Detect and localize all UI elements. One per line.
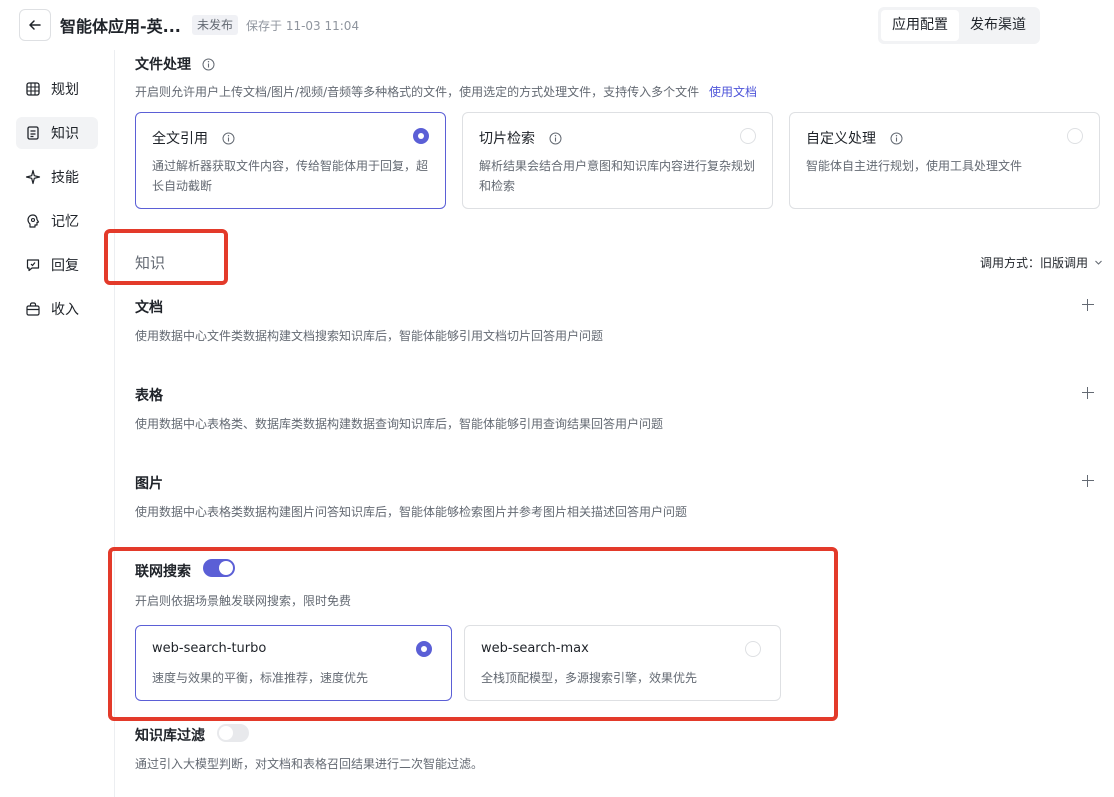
document-icon [27,126,39,140]
radio-selected[interactable] [413,128,429,144]
web-search-toggle[interactable] [203,559,235,577]
add-docs-plus-icon[interactable] [1081,298,1095,312]
annotation-box [104,229,228,285]
option-web-search-turbo[interactable]: web-search-turbo 速度与效果的平衡，标准推荐，速度优先 [135,625,452,701]
sidebar-item-label: 回复 [51,258,79,274]
sidebar-item-knowledge[interactable]: 知识 [16,117,98,149]
option-desc: 解析结果会结合用户意图和知识库内容进行复杂规划和检索 [479,159,756,193]
sidebar-item-reply[interactable]: 回复 [16,249,98,281]
tables-desc: 使用数据中心表格类、数据库类数据构建数据查询知识库后，智能体能够引用查询结果回答… [135,417,664,431]
tab-app-config[interactable]: 应用配置 [881,10,959,41]
option-title: 自定义处理 [806,128,903,148]
top-header: 智能体应用-英... 未发布 保存于 11-03 11:04 应用配置 发布渠道 [0,0,1114,50]
sidebar-item-income[interactable]: 收入 [16,293,98,325]
option-desc: 全栈顶配模型，多源搜索引擎，效果优先 [481,671,698,685]
toggle-knob [219,726,233,740]
kb-filter-title: 知识库过滤 [135,728,205,744]
sidebar-item-label: 知识 [51,126,79,142]
bag-icon [26,302,40,316]
web-search-desc: 开启则依据场景触发联网搜索，限时免费 [135,594,352,608]
kb-filter-toggle[interactable] [217,724,249,742]
header-tabs: 应用配置 发布渠道 [878,7,1040,44]
option-title: web-search-max [481,641,589,656]
radio-unselected[interactable] [740,128,756,144]
tables-title: 表格 [135,388,163,404]
add-tables-plus-icon[interactable] [1081,386,1095,400]
option-web-search-max[interactable]: web-search-max 全栈顶配模型，多源搜索引擎，效果优先 [464,625,781,701]
back-button[interactable] [19,9,51,41]
knowledge-heading: 知识 [135,254,166,272]
info-icon[interactable] [890,132,903,145]
toggle-knob [219,561,233,575]
chat-icon [26,259,40,272]
docs-title: 文档 [135,300,163,316]
sparkle-icon [25,169,41,185]
app-title: 智能体应用-英... [60,17,181,36]
option-slice-retrieval[interactable]: 切片检索 解析结果会结合用户意图和知识库内容进行复杂规划和检索 [462,112,773,209]
kb-filter-desc: 通过引入大模型判断，对文档和表格召回结果进行二次智能过滤。 [135,757,484,771]
tab-publish-channel[interactable]: 发布渠道 [959,10,1037,41]
brain-icon [27,214,40,228]
main-panel: 文件处理 开启则允许用户上传文档/图片/视频/音频等多种格式的文件，使用选定的方… [104,50,1114,797]
option-title-text: 切片检索 [479,131,535,147]
images-title: 图片 [135,476,163,492]
file-processing-desc-text: 开启则允许用户上传文档/图片/视频/音频等多种格式的文件，使用选定的方式处理文件… [135,85,700,99]
option-desc: 通过解析器获取文件内容，传给智能体用于回复，超长自动截断 [152,159,429,193]
images-desc: 使用数据中心表格类数据构建图片问答知识库后，智能体能够检索图片并参考图片相关描述… [135,505,688,519]
chevron-down-icon [1094,260,1102,265]
file-processing-title-text: 文件处理 [135,57,191,73]
info-icon[interactable] [549,132,562,145]
call-mode-label: 调用方式：旧版调用 [980,256,1089,270]
status-badge: 未发布 [192,15,239,35]
sidebar-item-label: 规划 [51,82,79,98]
option-title: web-search-turbo [152,641,267,656]
sidebar-item-memory[interactable]: 记忆 [16,205,98,237]
sidebar-item-label: 记忆 [51,214,79,230]
option-title: 切片检索 [479,128,562,148]
add-images-plus-icon[interactable] [1081,474,1095,488]
file-processing-title: 文件处理 [135,54,215,74]
radio-unselected[interactable] [745,641,761,657]
radio-selected[interactable] [416,641,432,657]
save-timestamp: 保存于 11-03 11:04 [246,19,360,33]
docs-desc: 使用数据中心文件类数据构建文档搜索知识库后，智能体能够引用文档切片回答用户问题 [135,329,604,343]
sidebar-item-label: 收入 [51,302,79,318]
option-title-text: 全文引用 [152,131,208,147]
option-title-text: 自定义处理 [806,131,876,147]
sidebar-item-skills[interactable]: 技能 [16,161,98,193]
option-full-text-reference[interactable]: 全文引用 通过解析器获取文件内容，传给智能体用于回复，超长自动截断 [135,112,446,209]
option-custom-processing[interactable]: 自定义处理 智能体自主进行规划，使用工具处理文件 [789,112,1100,209]
option-desc: 速度与效果的平衡，标准推荐，速度优先 [152,671,369,685]
arrow-left-icon [29,20,41,30]
web-search-title: 联网搜索 [135,564,191,580]
usage-doc-link[interactable]: 使用文档 [709,85,757,99]
sidebar: 规划 知识 技能 记忆 回复 收入 [0,50,115,797]
file-processing-desc: 开启则允许用户上传文档/图片/视频/音频等多种格式的文件，使用选定的方式处理文件… [135,83,757,100]
option-desc: 智能体自主进行规划，使用工具处理文件 [806,159,1023,173]
grid-icon [26,82,40,96]
sidebar-item-planning[interactable]: 规划 [16,73,98,105]
option-title: 全文引用 [152,128,235,148]
info-icon[interactable] [202,58,215,71]
radio-unselected[interactable] [1067,128,1083,144]
sidebar-item-label: 技能 [51,170,79,186]
info-icon[interactable] [222,132,235,145]
call-mode-select[interactable]: 调用方式：旧版调用 [980,254,1103,271]
